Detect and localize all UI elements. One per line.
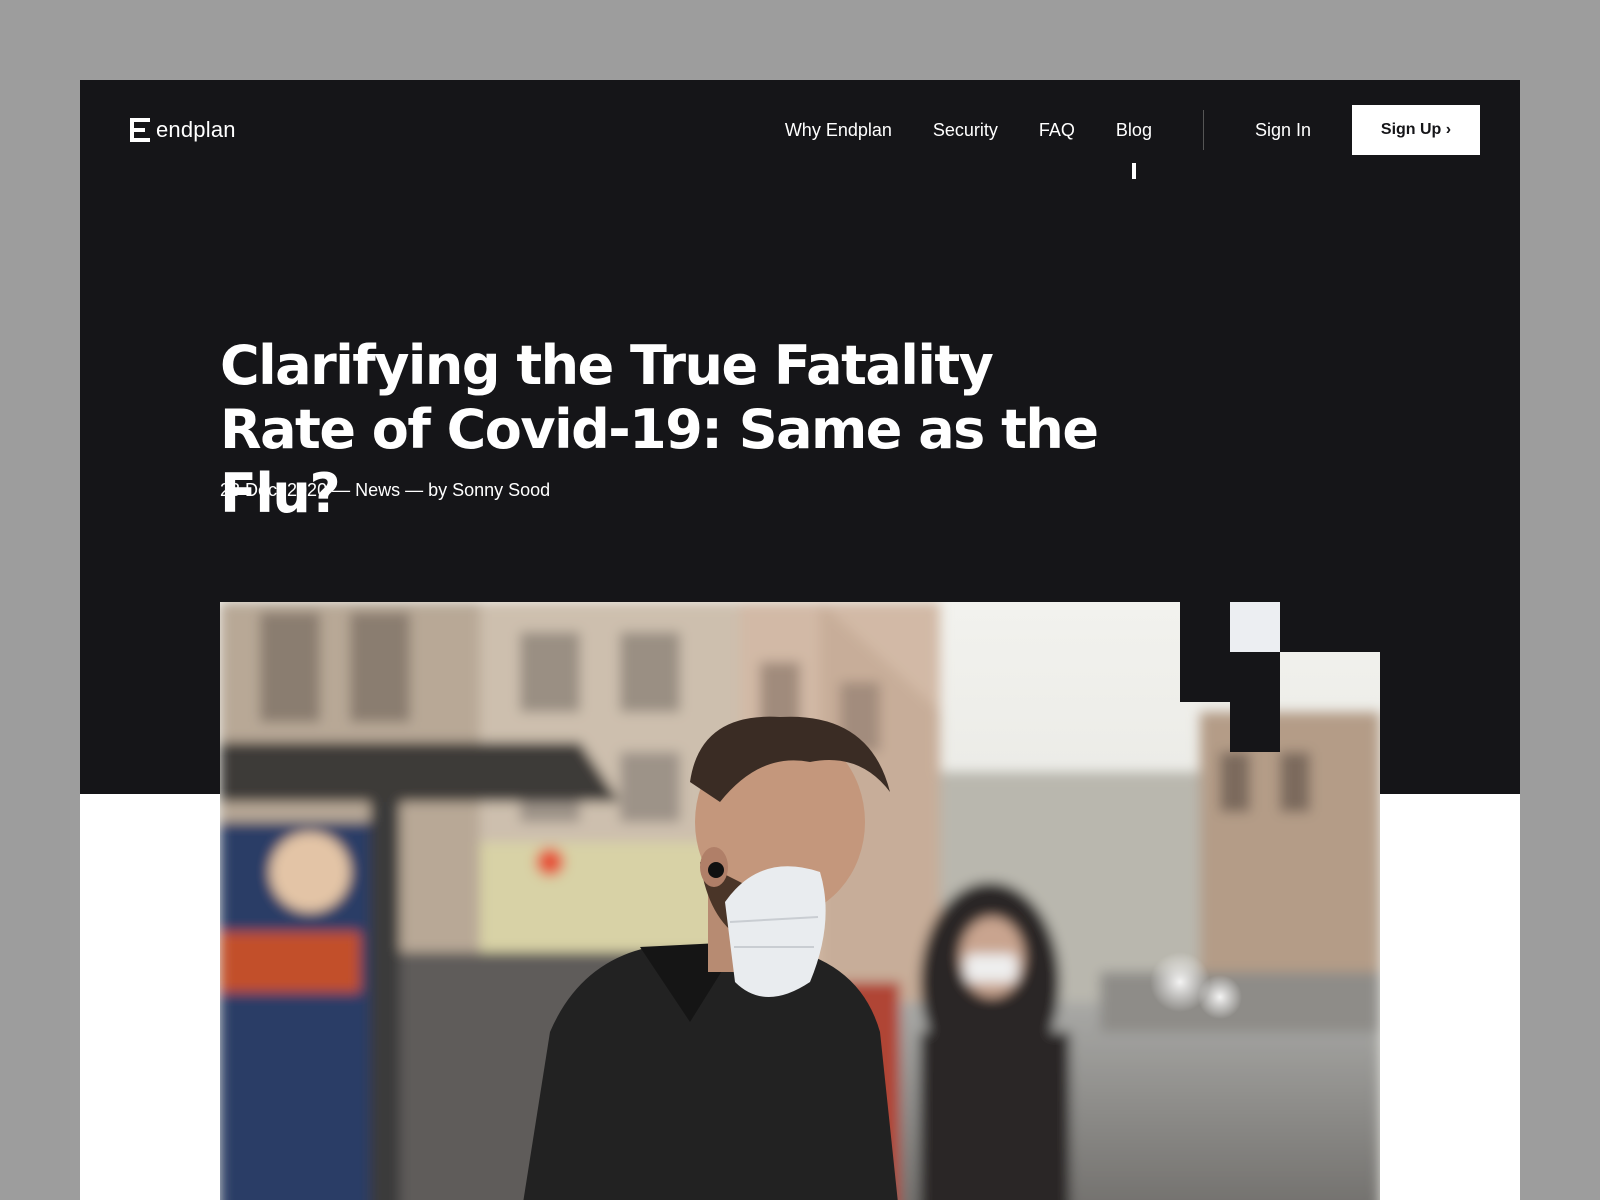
nav-why-endplan[interactable]: Why Endplan — [785, 120, 892, 141]
pixel-block-3 — [1230, 652, 1280, 752]
article-meta: 23 Dec, 2020 — News — by Sonny Sood — [220, 480, 551, 500]
page-frame: endplan Why Endplan Security FAQ Blog Si… — [80, 80, 1520, 1200]
nav-faq[interactable]: FAQ — [1039, 120, 1075, 141]
pixel-block-4 — [1280, 602, 1380, 652]
nav-divider — [1202, 110, 1204, 150]
brand-name: endplan — [156, 117, 236, 142]
nav-blog[interactable]: Blog — [1116, 120, 1152, 141]
brand-logo[interactable]: endplan — [130, 117, 236, 143]
main-nav: Why Endplan Security FAQ Blog Sign In Si… — [785, 105, 1480, 155]
sign-up-button[interactable]: Sign Up › — [1352, 105, 1480, 155]
nav-security[interactable]: Security — [933, 120, 998, 141]
pixel-block-1 — [1180, 602, 1230, 702]
endplan-logo-icon — [130, 118, 150, 142]
pixel-block-2 — [1230, 602, 1280, 652]
sign-in-link[interactable]: Sign In — [1255, 120, 1311, 141]
